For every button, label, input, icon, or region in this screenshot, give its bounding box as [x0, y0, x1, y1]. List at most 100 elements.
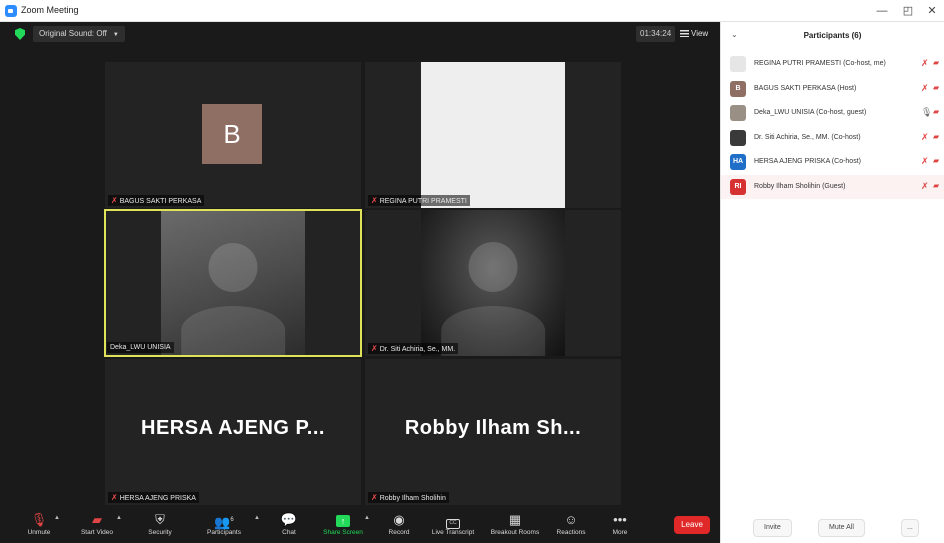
meeting-area: Original Sound: Off ▼ 01:34:24 View B ✗ BA…: [0, 22, 720, 543]
participant-row[interactable]: REGINA PUTRI PRAMESTI (Co-host, me) ✗ ▰: [721, 52, 944, 77]
breakout-rooms-button[interactable]: ▦ Breakout Rooms: [486, 511, 544, 543]
close-button[interactable]: ✕: [922, 3, 942, 19]
camera-off-icon[interactable]: ▰: [933, 156, 939, 165]
window-title: Zoom Meeting: [21, 5, 79, 15]
tile-name: Robby Ilham Sholihin: [379, 495, 446, 502]
camera-off-icon[interactable]: ▰: [933, 107, 939, 116]
invite-button[interactable]: Invite: [753, 519, 792, 537]
breakout-rooms-icon: ▦: [508, 512, 522, 527]
tile-name-label: ✗ Robby Ilham Sholihin: [368, 492, 449, 503]
mute-all-button[interactable]: Mute All: [818, 519, 865, 537]
chat-bubble-icon: 💬: [280, 512, 298, 527]
tile-display-name: HERSA AJENG P...: [141, 417, 325, 439]
participant-avatar: RI: [730, 178, 746, 195]
tile-name-label: ✗ REGINA PUTRI PRAMESTI: [368, 195, 470, 206]
share-screen-icon: ↑: [336, 515, 350, 527]
view-label: View: [691, 29, 709, 38]
microphone-muted-icon[interactable]: ✗: [921, 83, 929, 94]
more-button[interactable]: ••• More: [606, 511, 634, 543]
original-sound-button[interactable]: Original Sound: Off ▼: [33, 26, 125, 42]
security-label: Security: [148, 529, 172, 536]
live-transcript-button[interactable]: CC Live Transcript: [426, 511, 480, 543]
unmute-button[interactable]: 🎙 Unmute ▲: [18, 511, 60, 543]
participant-row[interactable]: B BAGUS SAKTI PERKASA (Host) ✗ ▰: [721, 77, 944, 102]
tile-name: Dr. Siti Achiria, Se., MM.: [379, 346, 456, 353]
reaction-smiley-icon: ☺: [564, 512, 578, 527]
chat-label: Chat: [282, 529, 296, 536]
leave-button[interactable]: Leave: [674, 516, 710, 534]
more-dots-icon: •••: [613, 512, 627, 527]
video-tile-deka[interactable]: Deka_LWU UNISIA: [104, 209, 362, 357]
tile-name-label: ✗ Dr. Siti Achiria, Se., MM.: [368, 343, 459, 354]
reactions-button[interactable]: ☺ Reactions: [553, 511, 589, 543]
shield-icon: ⛨: [155, 512, 165, 527]
camera-off-icon[interactable]: ▰: [933, 181, 939, 190]
chevron-up-icon[interactable]: ▲: [116, 515, 122, 521]
meeting-top-bar: Original Sound: Off ▼ 01:34:24 View: [0, 22, 720, 46]
tile-name: HERSA AJENG PRISKA: [119, 495, 196, 502]
chevron-up-icon[interactable]: ▲: [254, 515, 260, 521]
participant-row[interactable]: HA HERSA AJENG PRISKA (Co-host) ✗ ▰: [721, 150, 944, 175]
start-video-button[interactable]: ▰ Start Video ▲: [72, 511, 122, 543]
mic-muted-icon: ✗: [111, 196, 118, 205]
participants-button[interactable]: 👥6 Participants ▲: [200, 511, 260, 543]
avatar: B: [202, 104, 262, 164]
meeting-toolbar: 🎙 Unmute ▲ ▰ Start Video ▲ ⛨ Security 👥6…: [0, 509, 720, 543]
participant-video-placeholder: [421, 210, 565, 356]
view-button[interactable]: View: [680, 26, 708, 42]
more-options-button[interactable]: ...: [901, 519, 919, 537]
microphone-muted-icon[interactable]: ✗: [921, 181, 929, 192]
participant-avatar: B: [730, 80, 746, 97]
more-label: More: [612, 529, 628, 536]
share-screen-button[interactable]: ↑ Share Screen ▲: [318, 511, 370, 543]
mic-muted-icon: ✗: [371, 493, 378, 502]
microphone-muted-icon[interactable]: ✗: [921, 132, 929, 143]
chevron-up-icon[interactable]: ▲: [364, 515, 370, 521]
tile-name: BAGUS SAKTI PERKASA: [119, 198, 202, 205]
record-button[interactable]: ◉ Record: [383, 511, 415, 543]
video-tile-regina[interactable]: ✗ REGINA PUTRI PRAMESTI: [365, 62, 621, 208]
video-tile-bagus[interactable]: B ✗ BAGUS SAKTI PERKASA: [105, 62, 361, 208]
tile-display-name: Robby Ilham Sh...: [404, 417, 582, 439]
restore-button[interactable]: ◰: [898, 3, 918, 19]
video-tile-hersa[interactable]: HERSA AJENG P... ✗ HERSA AJENG PRISKA: [105, 359, 361, 505]
mic-muted-icon: ✗: [111, 493, 118, 502]
zoom-logo-icon: [5, 5, 17, 17]
participants-count: 6: [230, 517, 234, 523]
participant-name: Robby Ilham Sholihin (Guest): [754, 182, 846, 190]
participant-row[interactable]: Dr. Siti Achiria, Se., MM. (Co-host) ✗ ▰: [721, 126, 944, 151]
participant-row[interactable]: RI Robby Ilham Sholihin (Guest) ✗ ▰: [721, 174, 944, 199]
microphone-icon[interactable]: 🎙: [921, 107, 932, 118]
participants-label: Participants: [207, 529, 241, 536]
gallery-grid-icon: [680, 30, 689, 38]
zoom-window: Zoom Meeting — ◰ ✕ Original Sound: Off ▼ …: [0, 0, 944, 543]
video-tile-siti[interactable]: ✗ Dr. Siti Achiria, Se., MM.: [365, 210, 621, 356]
chevron-down-icon: ▼: [112, 32, 119, 38]
record-icon: ◉: [393, 512, 405, 527]
participant-name: BAGUS SAKTI PERKASA (Host): [754, 84, 857, 92]
tile-name: REGINA PUTRI PRAMESTI: [379, 198, 467, 205]
tile-name-label: Deka_LWU UNISIA: [107, 342, 174, 353]
camera-off-icon[interactable]: ▰: [933, 83, 939, 92]
microphone-muted-icon[interactable]: ✗: [921, 58, 929, 69]
camera-off-icon[interactable]: ▰: [933, 58, 939, 67]
camera-off-icon[interactable]: ▰: [933, 132, 939, 141]
minimize-button[interactable]: —: [872, 3, 892, 19]
participant-avatar: [730, 105, 746, 121]
participant-name: Dr. Siti Achiria, Se., MM. (Co-host): [754, 133, 861, 141]
participant-row[interactable]: Deka_LWU UNISIA (Co-host, guest) 🎙 ▰: [721, 101, 944, 126]
panel-title: Participants (6): [803, 31, 862, 40]
participants-panel: ⌄ Participants (6) REGINA PUTRI PRAMESTI…: [720, 22, 944, 543]
participant-name: HERSA AJENG PRISKA (Co-host): [754, 158, 861, 165]
security-shield-icon[interactable]: [15, 28, 25, 40]
camera-off-icon: ▰: [92, 512, 102, 527]
participant-name: Deka_LWU UNISIA (Co-host, guest): [754, 109, 867, 116]
microphone-muted-icon[interactable]: ✗: [921, 156, 929, 167]
chevron-up-icon[interactable]: ▲: [54, 515, 60, 521]
security-button[interactable]: ⛨ Security: [140, 511, 180, 543]
participant-list: REGINA PUTRI PRAMESTI (Co-host, me) ✗ ▰ B BA…: [721, 52, 944, 199]
participant-name: REGINA PUTRI PRAMESTI (Co-host, me): [754, 60, 886, 67]
video-tile-robby[interactable]: Robby Ilham Sh... ✗ Robby Ilham Sholihin: [365, 359, 621, 505]
chat-button[interactable]: 💬 Chat: [274, 511, 304, 543]
reactions-label: Reactions: [556, 529, 586, 536]
